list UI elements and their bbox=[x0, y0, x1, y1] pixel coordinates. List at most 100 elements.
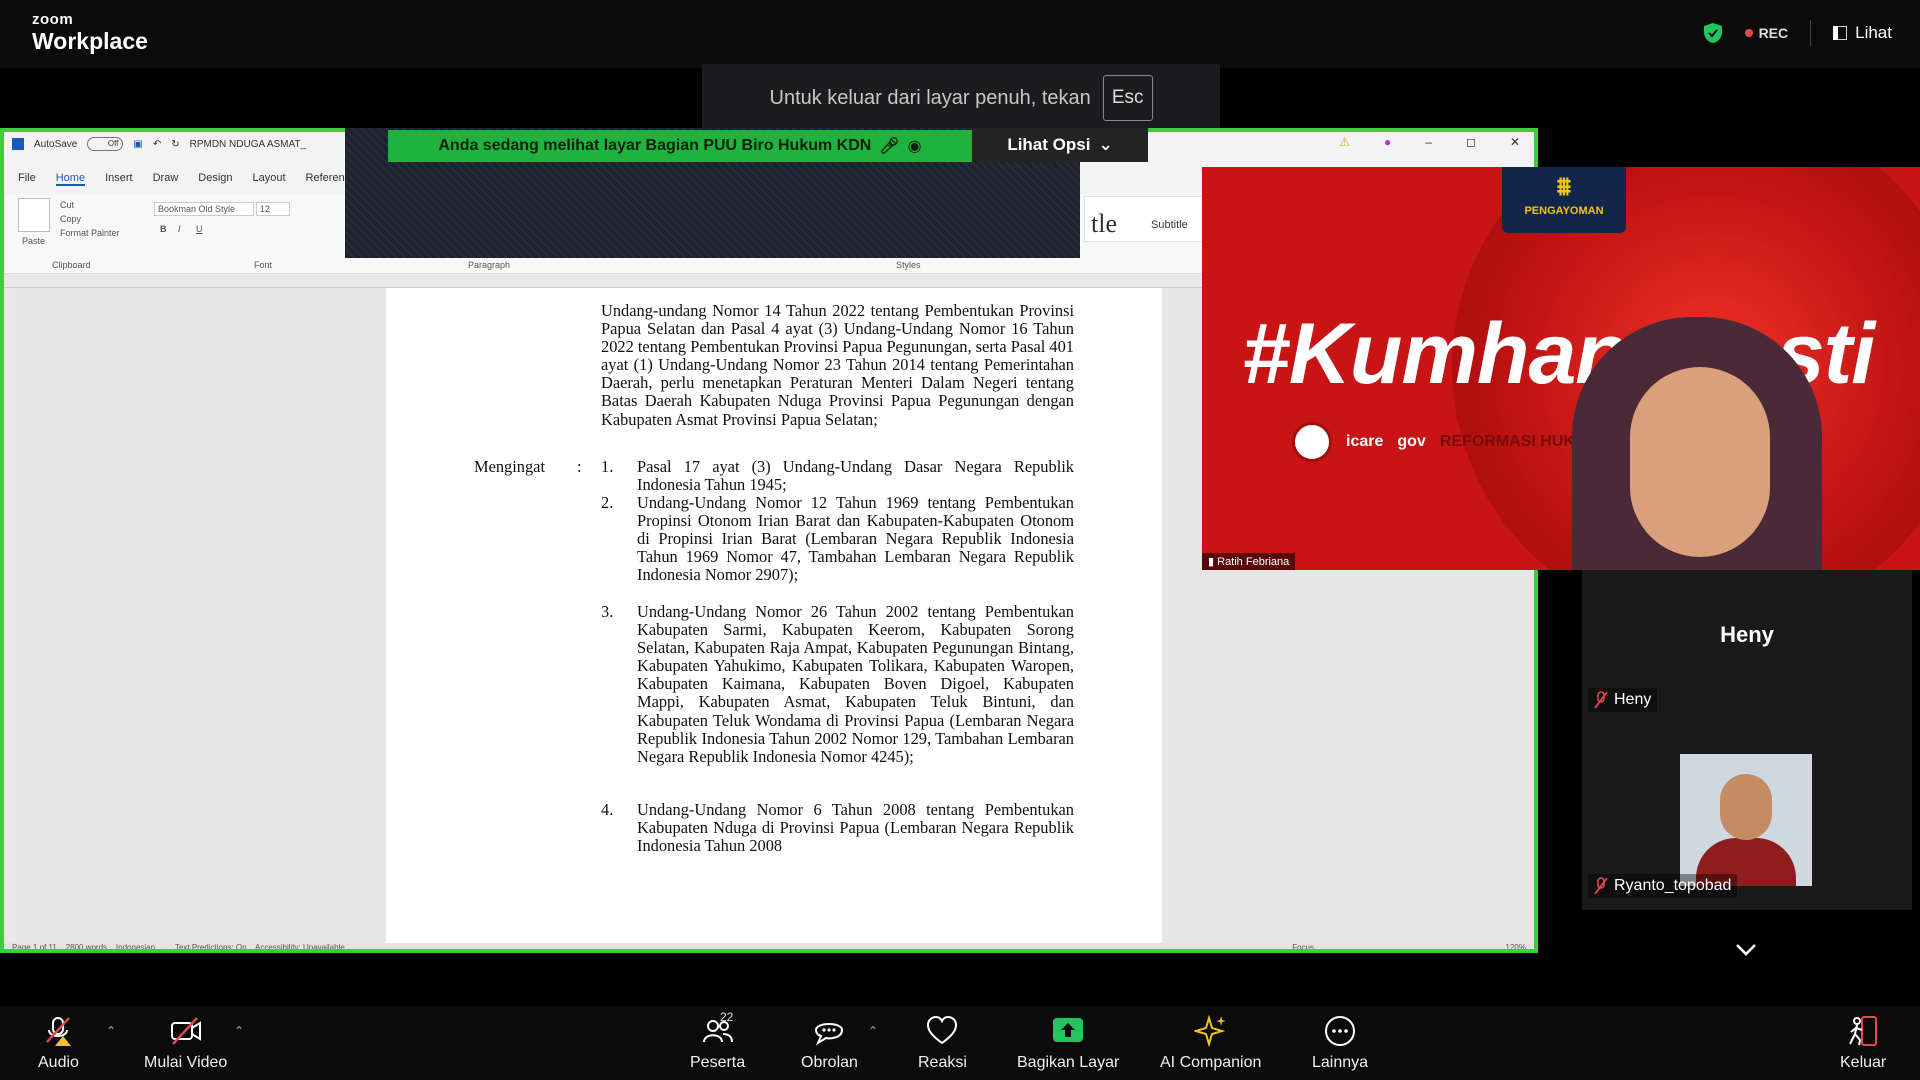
leave-label: Keluar bbox=[1840, 1054, 1887, 1071]
font-name-select[interactable]: Bookman Old Style bbox=[154, 202, 254, 216]
record-circle-icon: ◉ bbox=[907, 138, 922, 155]
mengingat-label: Mengingat bbox=[474, 457, 546, 476]
tab-draw[interactable]: Draw bbox=[153, 172, 179, 186]
chat-label: Obrolan bbox=[801, 1054, 858, 1071]
minimize-icon[interactable]: – bbox=[1425, 135, 1432, 149]
vertical-ruler[interactable] bbox=[4, 288, 16, 948]
video-caret-icon[interactable]: ⌃ bbox=[234, 1024, 244, 1038]
view-options-button[interactable]: Lihat Opsi ⌄ bbox=[972, 128, 1148, 162]
more-icon bbox=[1325, 1016, 1356, 1046]
tab-home[interactable]: Home bbox=[55, 172, 86, 186]
font-group-label: Font bbox=[254, 260, 273, 270]
speaker-video[interactable]: ⩩ PENGAYOMAN #Kumhan sti icare gov REFORM… bbox=[1202, 167, 1920, 570]
reactions-button[interactable]: Reaksi bbox=[918, 1014, 967, 1072]
audio-caret-icon[interactable]: ⌃ bbox=[106, 1024, 116, 1038]
view-button[interactable]: Lihat bbox=[1833, 23, 1892, 43]
badge-row: icare gov REFORMASI HUKUM bbox=[1292, 422, 1600, 462]
status-page[interactable]: Page 1 of 11 bbox=[12, 943, 57, 949]
window-controls: ⚠ ● – ◻ ✕ bbox=[1339, 135, 1520, 149]
close-icon[interactable]: ✕ bbox=[1510, 135, 1520, 149]
tab-layout[interactable]: Layout bbox=[253, 172, 286, 186]
top-bar: zoom Workplace REC Lihat bbox=[0, 0, 1920, 68]
participant-video-thumbnail[interactable] bbox=[1680, 754, 1812, 886]
audio-label: Audio bbox=[38, 1054, 79, 1071]
bold-button[interactable]: B bbox=[160, 224, 167, 234]
style-title[interactable]: tle bbox=[1091, 209, 1117, 239]
participants-button[interactable]: 22 Peserta bbox=[690, 1010, 745, 1072]
speaker-person bbox=[1572, 317, 1822, 570]
tab-file[interactable]: File bbox=[18, 172, 36, 186]
emblem-icon bbox=[1292, 422, 1332, 462]
share-screen-label: Bagikan Layar bbox=[1017, 1054, 1120, 1071]
word-app-icon bbox=[12, 138, 24, 150]
list-item-number: 2. bbox=[601, 493, 614, 512]
redo-icon[interactable]: ↻ bbox=[171, 139, 179, 150]
ai-companion-button[interactable]: AI Companion bbox=[1160, 1014, 1261, 1072]
italic-button[interactable]: I bbox=[178, 224, 181, 234]
sparkle-icon bbox=[1193, 1014, 1226, 1048]
document-page[interactable]: Undang-undang Nomor 14 Tahun 2022 tentan… bbox=[386, 288, 1162, 948]
warning-icon[interactable]: ⚠ bbox=[1339, 135, 1350, 149]
cut-button[interactable]: Cut bbox=[60, 200, 74, 210]
format-painter-button[interactable]: Format Painter bbox=[60, 228, 120, 238]
video-button[interactable]: Mulai Video bbox=[144, 1014, 227, 1072]
word-statusbar: Page 1 of 11 2800 words Indonesian Text … bbox=[4, 943, 1534, 949]
preamble-paragraph: Undang-undang Nomor 14 Tahun 2022 tentan… bbox=[601, 301, 1074, 429]
paste-label: Paste bbox=[22, 236, 46, 246]
tab-insert[interactable]: Insert bbox=[105, 172, 133, 186]
leave-button[interactable]: Keluar bbox=[1840, 1014, 1886, 1072]
status-words[interactable]: 2800 words bbox=[66, 943, 107, 949]
ribbon-tabs: File Home Insert Draw Design Layout Refe… bbox=[18, 172, 362, 186]
status-predictions[interactable]: Text Predictions: On bbox=[175, 943, 247, 949]
mic-icon: 🎤︎ bbox=[879, 138, 900, 155]
chat-button[interactable]: Obrolan bbox=[801, 1014, 858, 1072]
status-accessibility[interactable]: Accessibility: Unavailable bbox=[255, 943, 345, 949]
chevron-down-icon[interactable] bbox=[1735, 943, 1757, 957]
avatar[interactable]: ● bbox=[1384, 135, 1391, 149]
save-icon[interactable]: ▣ bbox=[133, 139, 142, 150]
status-language[interactable]: Indonesian bbox=[116, 943, 155, 949]
esc-key[interactable]: Esc bbox=[1102, 75, 1153, 121]
underline-button[interactable]: U bbox=[196, 224, 203, 234]
zoom-logo: zoom Workplace bbox=[32, 12, 148, 53]
autosave-toggle[interactable]: Off bbox=[87, 137, 124, 151]
more-button[interactable]: Lainnya bbox=[1312, 1014, 1368, 1072]
status-focus[interactable]: Focus bbox=[1292, 943, 1314, 949]
recording-indicator[interactable]: REC bbox=[1744, 25, 1789, 41]
undo-icon[interactable]: ↶ bbox=[153, 139, 161, 150]
copy-button[interactable]: Copy bbox=[60, 214, 81, 224]
rec-label: REC bbox=[1758, 25, 1789, 41]
restore-icon[interactable]: ◻ bbox=[1466, 135, 1476, 149]
video-label: Mulai Video bbox=[144, 1054, 228, 1071]
participant-name: Heny bbox=[1614, 691, 1652, 708]
video-off-icon bbox=[170, 1017, 201, 1045]
font-size-select[interactable]: 12 bbox=[256, 202, 290, 216]
participant-tag[interactable]: Ryanto_topobad bbox=[1588, 874, 1738, 898]
chat-caret-icon[interactable]: ⌃ bbox=[868, 1024, 878, 1038]
share-screen-icon bbox=[1053, 1018, 1084, 1042]
share-screen-button[interactable]: Bagikan Layar bbox=[1017, 1014, 1119, 1072]
top-right-controls: REC Lihat bbox=[1703, 20, 1892, 46]
audio-button[interactable]: Audio bbox=[38, 1014, 79, 1072]
mic-muted-icon bbox=[46, 1017, 72, 1046]
participant-tag[interactable]: Heny bbox=[1588, 688, 1658, 712]
participant-name: Ryanto_topobad bbox=[1614, 877, 1732, 894]
logo-label: PENGAYOMAN bbox=[1524, 205, 1604, 217]
chat-icon bbox=[815, 1023, 844, 1046]
hashtag-text: #Kumhan bbox=[1242, 306, 1628, 402]
tab-design[interactable]: Design bbox=[198, 172, 232, 186]
signal-icon: ▮ bbox=[1208, 556, 1215, 568]
exit-fullscreen-text: Untuk keluar dari layar penuh, tekan bbox=[769, 86, 1091, 109]
chevron-down-icon: ⌄ bbox=[1098, 135, 1113, 154]
clipboard-group-label: Clipboard bbox=[52, 260, 91, 270]
paragraph-group-label: Paragraph bbox=[468, 260, 511, 270]
shield-icon[interactable] bbox=[1703, 22, 1723, 44]
brand-line1: zoom bbox=[32, 11, 74, 28]
badge-icare: icare bbox=[1346, 433, 1384, 450]
status-zoom[interactable]: 120% bbox=[1506, 943, 1526, 949]
paste-button[interactable] bbox=[18, 198, 50, 232]
list-item-text: Undang-Undang Nomor 6 Tahun 2008 tentang… bbox=[637, 800, 1074, 856]
style-subtitle[interactable]: Subtitle bbox=[1151, 219, 1188, 231]
styles-gallery[interactable]: tle Subtitle bbox=[1084, 196, 1204, 242]
divider bbox=[1810, 20, 1812, 46]
